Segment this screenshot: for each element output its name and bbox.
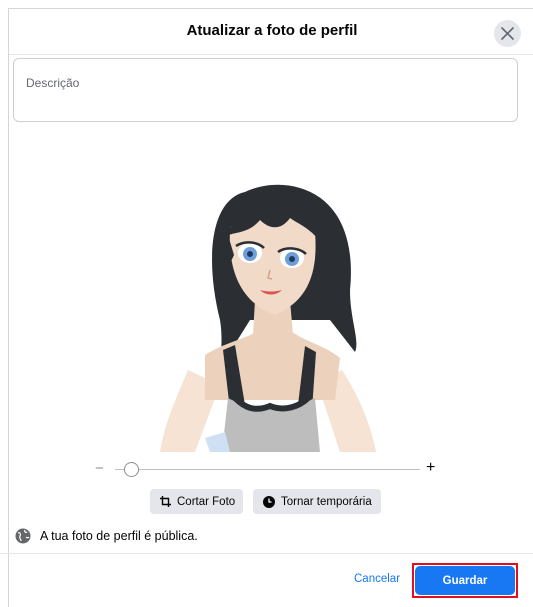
save-button[interactable]: Guardar (415, 566, 515, 595)
zoom-slider-handle[interactable] (123, 462, 139, 477)
zoom-out-icon[interactable]: − (95, 460, 104, 477)
cancel-button[interactable]: Cancelar (354, 573, 400, 585)
crop-photo-button[interactable]: Cortar Foto (150, 489, 243, 514)
globe-icon (15, 528, 31, 544)
make-temporary-button[interactable]: Tornar temporária (253, 489, 381, 514)
privacy-note: A tua foto de perfil é pública. (15, 528, 198, 544)
zoom-in-icon[interactable]: + (426, 459, 435, 477)
dialog-header: Atualizar a foto de perfil (9, 9, 533, 55)
close-icon (501, 27, 514, 40)
crop-icon (160, 496, 171, 507)
dialog-title: Atualizar a foto de perfil (186, 22, 358, 39)
avatar-illustration (160, 184, 376, 452)
description-placeholder: Descrição (26, 76, 80, 90)
privacy-note-text: A tua foto de perfil é pública. (40, 529, 198, 543)
zoom-slider-row: − + (95, 459, 440, 479)
make-temporary-label: Tornar temporária (281, 495, 372, 508)
close-button[interactable] (494, 20, 521, 47)
crop-photo-label: Cortar Foto (177, 495, 236, 508)
profile-photo-preview[interactable] (150, 170, 382, 452)
clock-icon (263, 495, 275, 508)
zoom-slider-track[interactable] (115, 469, 420, 470)
description-field[interactable]: Descrição (13, 58, 518, 122)
